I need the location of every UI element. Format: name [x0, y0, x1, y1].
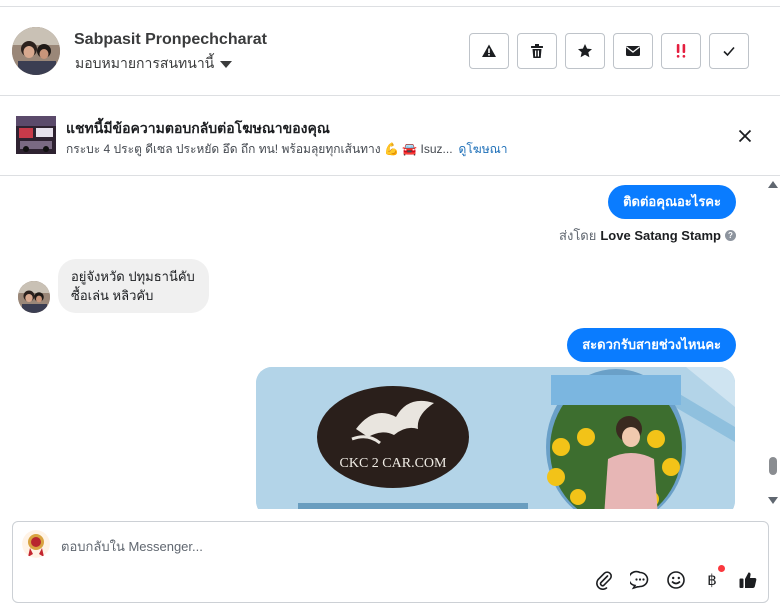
paperclip-icon	[596, 571, 612, 590]
incoming-message-line-1: อยู่จังหวัด ปทุมธานีคับ	[71, 269, 195, 284]
attachment-button[interactable]	[593, 569, 615, 591]
checkmark-icon	[723, 46, 735, 57]
follow-up-button[interactable]	[661, 33, 701, 69]
conversation-header: Sabpasit Pronpechcharat มอบหมายการสนทนาน…	[0, 7, 780, 96]
incoming-message-line-2: ซื้อเล่น หลิวคับ	[71, 288, 154, 303]
outgoing-message[interactable]: สะดวกรับสายช่วงไหนคะ	[567, 328, 736, 362]
baht-icon: ฿	[707, 571, 717, 589]
mark-unread-button[interactable]	[613, 33, 653, 69]
assign-conversation-dropdown[interactable]: มอบหมายการสนทนานี้	[75, 53, 233, 75]
reply-input[interactable]	[61, 534, 581, 558]
scroll-up-arrow-icon[interactable]	[768, 181, 778, 188]
ad-reply-banner: แชทนี้มีข้อความตอบกลับต่อโฆษณาของคุณ กระ…	[0, 96, 780, 176]
envelope-icon	[626, 46, 640, 56]
page-avatar	[22, 530, 50, 558]
top-edge	[0, 0, 780, 7]
scrollbar-thumb[interactable]	[769, 457, 777, 475]
ad-description: กระบะ 4 ประตู ดีเซล ประหยัด อึด ถึก ทน! …	[66, 142, 453, 156]
payment-button[interactable]: ฿	[701, 565, 725, 591]
thumbs-up-icon	[739, 572, 757, 588]
contact-avatar-small	[18, 281, 50, 313]
chat-bubble-icon	[630, 570, 649, 590]
close-icon	[738, 129, 752, 143]
smiley-icon	[667, 571, 685, 589]
star-icon	[578, 44, 592, 58]
media-logo-text: CKC 2 CAR.COM	[340, 456, 448, 471]
ad-banner-subtitle: กระบะ 4 ประตู ดีเซล ประหยัด อึด ถึก ทน! …	[66, 140, 507, 159]
delete-button[interactable]	[517, 33, 557, 69]
assign-label: มอบหมายการสนทนานี้	[75, 55, 215, 71]
sent-by-prefix: ส่งโดย	[559, 228, 597, 243]
mark-done-button[interactable]	[709, 33, 749, 69]
header-actions	[469, 33, 749, 69]
scroll-down-arrow-icon[interactable]	[768, 497, 778, 504]
thumbs-up-button[interactable]	[737, 569, 759, 591]
incoming-message[interactable]: อยู่จังหวัด ปทุมธานีคับ ซื้อเล่น หลิวคับ	[58, 259, 209, 313]
thread-scrollbar[interactable]	[766, 177, 780, 509]
reply-composer: ฿	[12, 521, 769, 603]
view-ad-link[interactable]: ดูโฆษณา	[459, 142, 508, 156]
emoji-button[interactable]	[665, 569, 687, 591]
star-button[interactable]	[565, 33, 605, 69]
warning-icon	[482, 44, 496, 57]
trash-icon	[531, 44, 543, 58]
info-icon[interactable]: ?	[725, 230, 736, 241]
ad-banner-title: แชทนี้มีข้อความตอบกลับต่อโฆษณาของคุณ	[66, 120, 330, 136]
outgoing-message[interactable]: ติดต่อคุณอะไรคะ	[608, 185, 736, 219]
image-attachment[interactable]: CKC 2 CAR.COM	[256, 367, 735, 509]
sender-name: Love Satang Stamp	[600, 228, 721, 243]
close-banner-button[interactable]	[735, 126, 755, 146]
saved-replies-button[interactable]	[629, 569, 651, 591]
sent-by-line: ส่งโดย Love Satang Stamp ?	[559, 225, 736, 246]
contact-avatar[interactable]	[12, 27, 60, 75]
composer-tools: ฿	[593, 565, 759, 591]
caret-down-icon	[220, 61, 233, 68]
report-button[interactable]	[469, 33, 509, 69]
contact-name: Sabpasit Pronpechcharat	[74, 31, 267, 48]
message-thread: ติดต่อคุณอะไรคะ ส่งโดย Love Satang Stamp…	[0, 177, 780, 509]
notification-dot	[718, 565, 725, 572]
ad-thumbnail[interactable]	[16, 116, 56, 154]
follow-up-icon	[676, 44, 686, 58]
